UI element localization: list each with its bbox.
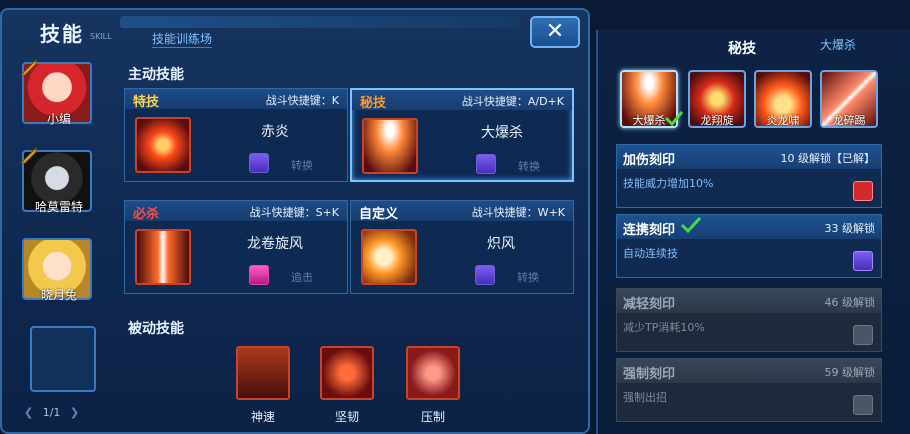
passive-icon-yazhi[interactable] (406, 346, 460, 400)
damage-icon (853, 181, 873, 201)
skill-name: 赤炎 (261, 124, 289, 140)
skill-category: 必杀 (133, 207, 160, 222)
secret-skill-name: 炎龙啸 (766, 114, 800, 127)
swap-label[interactable]: 转换 (517, 269, 539, 285)
inscription-name: 强制刻印 (623, 367, 676, 382)
secret-skill-name: 龙碎踢 (832, 114, 866, 127)
secret-panel-subtitle: 大爆杀 (820, 38, 857, 52)
skill-card-special[interactable]: 特技 战斗快捷键：K 赤炎 转换 (124, 88, 348, 182)
secret-skill-name: 龙翔旋 (700, 114, 734, 127)
skill-shortcut: 战斗快捷键：A/D+K (461, 95, 564, 108)
passive-skills-label: 被动技能 (128, 321, 184, 337)
prev-page-icon[interactable]: ❮ (24, 406, 33, 419)
skill-card-secret[interactable]: 秘技 战斗快捷键：A/D+K 大爆杀 转换 (350, 88, 574, 182)
chase-icon[interactable] (249, 265, 269, 285)
skill-icon-dabaosha (362, 118, 418, 174)
inscription-reduce[interactable]: 减轻刻印 46 级解锁 减少TP消耗10% (616, 288, 882, 352)
inscription-unlock: 33 级解锁 (824, 222, 876, 235)
combo-icon (853, 251, 873, 271)
swap-icon[interactable] (476, 154, 496, 174)
swap-label[interactable]: 转换 (518, 158, 540, 174)
page-title: 技能 (40, 22, 84, 46)
skill-icon-longjuan (135, 229, 191, 285)
inscription-desc: 技能威力增加10% (623, 177, 714, 190)
character-slot-3[interactable]: 晓月兔 (22, 238, 96, 303)
skill-icon-chifeng (361, 229, 417, 285)
character-slot-empty[interactable] (30, 326, 96, 392)
passive-name: 坚韧 (334, 410, 359, 424)
inscription-desc: 自动连续技 (623, 247, 678, 260)
swap-icon[interactable] (249, 153, 269, 173)
sword-icon (19, 58, 37, 76)
skill-icon-chiyan (135, 117, 191, 173)
arrow-down-icon (853, 325, 873, 345)
swap-icon[interactable] (475, 265, 495, 285)
inscription-desc: 减少TP消耗10% (623, 321, 705, 334)
pager: ❮ 1/1 ❯ (24, 406, 104, 419)
next-page-icon[interactable]: ❯ (70, 406, 79, 419)
inscription-unlock: 10 级解锁【已解】 (780, 152, 876, 165)
close-button[interactable]: ✕ (530, 16, 580, 48)
hand-icon (853, 395, 873, 415)
passive-icon-jianren[interactable] (320, 346, 374, 400)
passive-name: 压制 (420, 410, 445, 424)
character-name: 哈莫雷特 (34, 200, 83, 214)
skill-name: 龙卷旋风 (247, 236, 303, 252)
skill-card-ultimate[interactable]: 必杀 战斗快捷键：S+K 龙卷旋风 追击 (124, 200, 348, 294)
skill-category: 自定义 (359, 207, 399, 222)
check-icon (680, 216, 702, 234)
chase-label[interactable]: 追击 (291, 269, 313, 285)
skill-name: 大爆杀 (481, 125, 523, 141)
page-title-sub: SKILL (90, 32, 112, 41)
passive-name: 神速 (250, 410, 275, 424)
inscription-combo[interactable]: 连携刻印 33 级解锁 自动连续技 (616, 214, 882, 278)
check-icon (664, 111, 684, 126)
inscription-name: 连携刻印 (623, 223, 676, 238)
sword-icon (19, 146, 37, 164)
page-indicator: 1/1 (42, 406, 61, 419)
inscription-name: 减轻刻印 (623, 297, 676, 312)
swap-label[interactable]: 转换 (291, 157, 313, 173)
inscription-unlock: 46 级解锁 (824, 296, 876, 309)
skill-shortcut: 战斗快捷键：W+K (471, 206, 565, 219)
inscription-unlock: 59 级解锁 (824, 366, 876, 379)
skill-shortcut: 战斗快捷键：K (265, 94, 339, 107)
secret-panel-title: 秘技 (728, 41, 756, 57)
skill-category: 特技 (133, 95, 160, 110)
header-bar (120, 16, 520, 28)
active-skills-label: 主动技能 (128, 67, 184, 83)
inscription-damage[interactable]: 加伤刻印 10 级解锁【已解】 技能威力增加10% (616, 144, 882, 208)
skill-category: 秘技 (360, 96, 387, 111)
inscription-force[interactable]: 强制刻印 59 级解锁 强制出招 (616, 358, 882, 422)
tab-skill-training[interactable]: 技能训练场 (152, 30, 213, 48)
skill-card-custom[interactable]: 自定义 战斗快捷键：W+K 炽风 转换 (350, 200, 574, 294)
inscription-name: 加伤刻印 (623, 153, 676, 168)
character-name: 晓月兔 (40, 288, 77, 302)
character-name: 小编 (46, 112, 71, 126)
inscription-desc: 强制出招 (623, 391, 667, 404)
skill-shortcut: 战斗快捷键：S+K (249, 206, 339, 219)
skill-name: 炽风 (487, 236, 515, 252)
passive-icon-shensu[interactable] (236, 346, 290, 400)
